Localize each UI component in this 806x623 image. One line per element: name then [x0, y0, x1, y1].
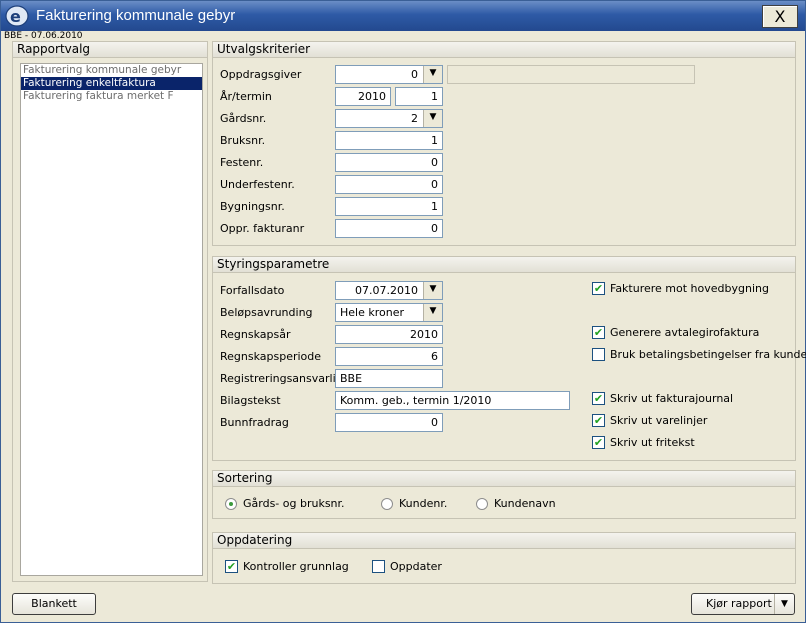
forfallsdato-label: Forfallsdato [220, 284, 285, 297]
report-item-faktura-merket-f[interactable]: Fakturering faktura merket F [21, 90, 202, 103]
bygningsnr-field[interactable]: 1 [335, 197, 443, 216]
sort-kundenr-radio[interactable]: Kundenr. [381, 497, 447, 510]
skriv-fakturajournal-checkbox[interactable]: ✔ Skriv ut fakturajournal [592, 392, 733, 405]
sortering-panel: Sortering [212, 470, 796, 519]
festenr-field[interactable]: 0 [335, 153, 443, 172]
sort-kundenr-label: Kundenr. [399, 497, 448, 510]
sort-gards-bruksnr-radio[interactable]: Gårds- og bruksnr. [225, 497, 345, 510]
skriv-fakturajournal-label: Skriv ut fakturajournal [610, 392, 734, 405]
chevron-down-icon[interactable]: ▼ [423, 66, 442, 83]
oppdragsgiver-label: Oppdragsgiver [220, 68, 302, 81]
bunnfradrag-field[interactable]: 0 [335, 413, 443, 432]
radio-selected-icon [225, 497, 237, 510]
regnskapsaar-field[interactable]: 2010 [335, 325, 443, 344]
bruk-betalingsbetingelser-label: Bruk betalingsbetingelser fra kunde [610, 348, 806, 361]
fakturere-hovedbygning-checkbox[interactable]: ✔ Fakturere mot hovedbygning [592, 282, 769, 295]
regnskapsperiode-label: Regnskapsperiode [220, 350, 322, 363]
chevron-down-icon[interactable]: ▼ [423, 282, 442, 299]
aar-field[interactable]: 2010 [335, 87, 391, 106]
belopsavrunding-value: Hele kroner [340, 306, 405, 319]
close-button[interactable]: X [762, 5, 798, 28]
radio-icon [476, 497, 488, 510]
belopsavrunding-label: Beløpsavrunding [220, 306, 313, 319]
check-icon: ✔ [592, 414, 605, 427]
skriv-fritekst-label: Skriv ut fritekst [610, 436, 695, 449]
forfallsdato-combo[interactable]: 07.07.2010 ▼ [335, 281, 443, 300]
unchecked-box-icon [372, 560, 385, 573]
chevron-down-icon[interactable]: ▼ [774, 594, 794, 614]
title-bar[interactable]: e Fakturering kommunale gebyr X [1, 1, 805, 31]
check-icon: ✔ [592, 392, 605, 405]
gardsnr-label: Gårdsnr. [220, 112, 267, 125]
regnskapsaar-label: Regnskapsår [220, 328, 291, 341]
underfestenr-field[interactable]: 0 [335, 175, 443, 194]
rapportvalg-header: Rapportvalg [13, 42, 207, 58]
bruksnr-label: Bruksnr. [220, 134, 266, 147]
close-icon: X [774, 7, 786, 26]
styringsparametre-header: Styringsparametre [213, 257, 795, 273]
festenr-label: Festenr. [220, 156, 264, 169]
main-window: e Fakturering kommunale gebyr X BBE - 07… [0, 0, 806, 623]
registreringsansvarlig-field[interactable]: BBE [335, 369, 443, 388]
oppdater-label: Oppdater [390, 560, 442, 573]
termin-field[interactable]: 1 [395, 87, 443, 106]
oppdragsgiver-combo[interactable]: 0 ▼ [335, 65, 443, 84]
underfestenr-label: Underfestenr. [220, 178, 295, 191]
bygningsnr-label: Bygningsnr. [220, 200, 285, 213]
report-list[interactable]: Fakturering kommunale gebyr Fakturering … [20, 63, 203, 576]
chevron-down-icon[interactable]: ▼ [423, 304, 442, 321]
regnskapsperiode-field[interactable]: 6 [335, 347, 443, 366]
bruksnr-field[interactable]: 1 [335, 131, 443, 150]
skriv-varelinjer-checkbox[interactable]: ✔ Skriv ut varelinjer [592, 414, 707, 427]
sort-kundenavn-label: Kundenavn [494, 497, 556, 510]
bunnfradrag-label: Bunnfradrag [220, 416, 289, 429]
forfallsdato-value: 07.07.2010 [355, 284, 418, 297]
oppdatering-panel: Oppdatering [212, 532, 796, 584]
kontroller-grunnlag-checkbox[interactable]: ✔ Kontroller grunnlag [225, 560, 349, 573]
aar-termin-label: År/termin [220, 90, 272, 103]
report-item-kommunale-gebyr[interactable]: Fakturering kommunale gebyr [21, 64, 202, 77]
kjor-rapport-label: Kjør rapport [706, 597, 772, 610]
skriv-fritekst-checkbox[interactable]: ✔ Skriv ut fritekst [592, 436, 695, 449]
generere-avtalegiro-checkbox[interactable]: ✔ Generere avtalegirofaktura [592, 326, 759, 339]
report-item-enkeltfaktura[interactable]: Fakturering enkeltfaktura [21, 77, 202, 90]
gardsnr-value: 2 [411, 112, 418, 125]
unchecked-box-icon [592, 348, 605, 361]
bruk-betalingsbetingelser-checkbox[interactable]: Bruk betalingsbetingelser fra kunde [592, 348, 806, 361]
oppdragsgiver-value: 0 [411, 68, 418, 81]
fakturere-hovedbygning-label: Fakturere mot hovedbygning [610, 282, 769, 295]
app-e-icon: e [5, 5, 29, 27]
sortering-header: Sortering [213, 471, 795, 487]
gardsnr-combo[interactable]: 2 ▼ [335, 109, 443, 128]
belopsavrunding-select[interactable]: Hele kroner ▼ [335, 303, 443, 322]
oppdatering-header: Oppdatering [213, 533, 795, 549]
check-icon: ✔ [592, 326, 605, 339]
kontroller-grunnlag-label: Kontroller grunnlag [243, 560, 349, 573]
skriv-varelinjer-label: Skriv ut varelinjer [610, 414, 708, 427]
chevron-down-icon[interactable]: ▼ [423, 110, 442, 127]
oppr-fakturanr-label: Oppr. fakturanr [220, 222, 305, 235]
radio-icon [381, 497, 393, 510]
oppdragsgiver-name-field [447, 65, 695, 84]
svg-text:e: e [10, 7, 21, 26]
registreringsansvarlig-label: Registreringsansvarlig [220, 372, 343, 385]
user-date-label: BBE - 07.06.2010 [4, 31, 83, 41]
bilagstekst-field[interactable]: Komm. geb., termin 1/2010 [335, 391, 570, 410]
generere-avtalegiro-label: Generere avtalegirofaktura [610, 326, 760, 339]
kjor-rapport-button[interactable]: Kjør rapport ▼ [691, 593, 795, 615]
window-title: Fakturering kommunale gebyr [36, 7, 236, 24]
oppdater-checkbox[interactable]: Oppdater [372, 560, 442, 573]
oppr-fakturanr-field[interactable]: 0 [335, 219, 443, 238]
check-icon: ✔ [592, 282, 605, 295]
blankett-button[interactable]: Blankett [12, 593, 96, 615]
sort-kundenavn-radio[interactable]: Kundenavn [476, 497, 556, 510]
check-icon: ✔ [592, 436, 605, 449]
check-icon: ✔ [225, 560, 238, 573]
sort-gards-bruksnr-label: Gårds- og bruksnr. [243, 497, 345, 510]
bilagstekst-label: Bilagstekst [220, 394, 281, 407]
utvalgskriterier-header: Utvalgskriterier [213, 42, 795, 58]
